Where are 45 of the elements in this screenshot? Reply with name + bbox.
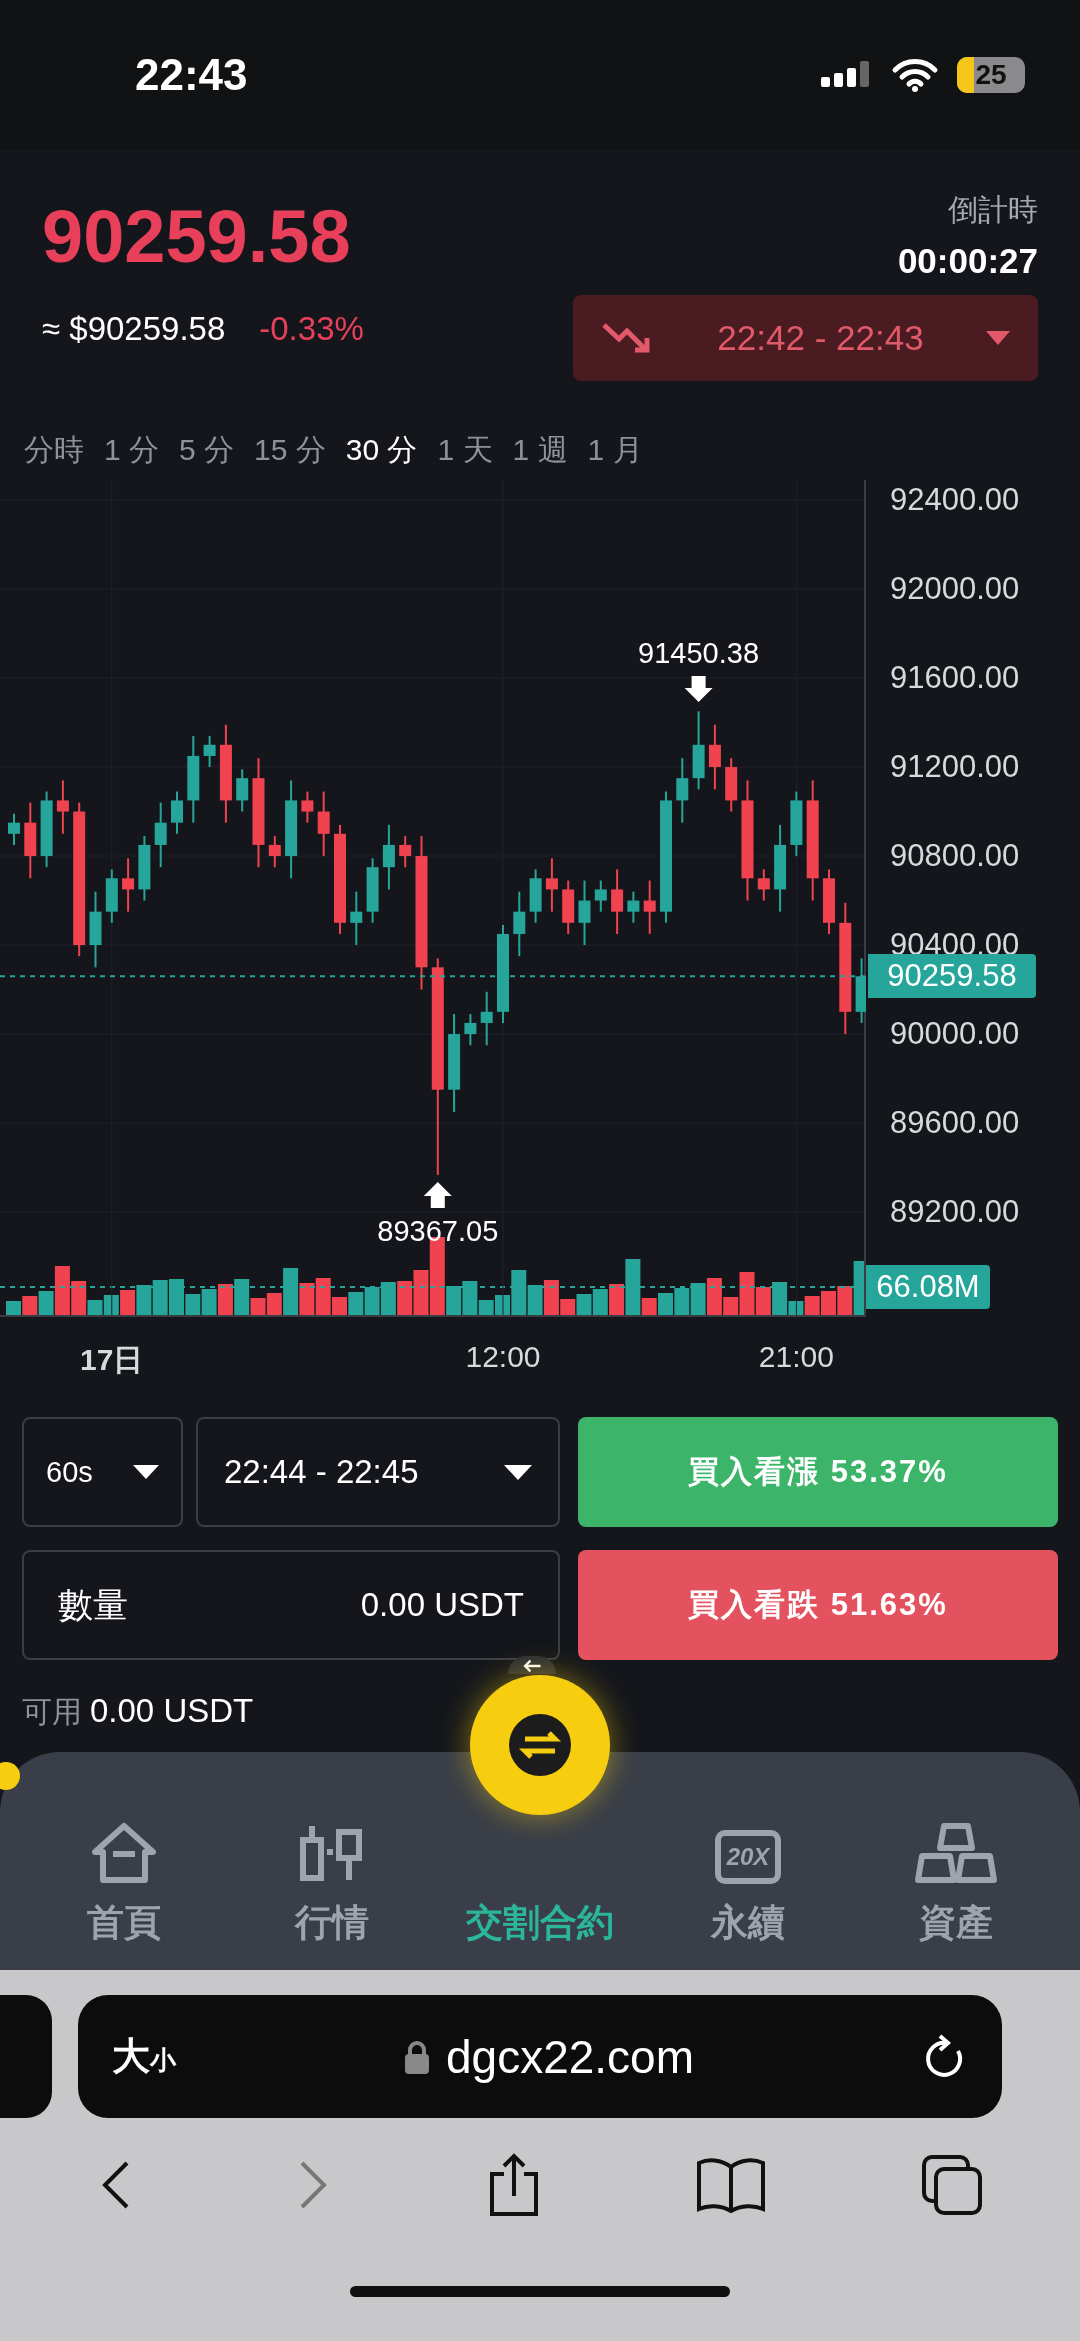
approx-price: ≈ $90259.58 bbox=[42, 310, 226, 348]
countdown-label: 倒計時 bbox=[948, 192, 1038, 228]
timeframe-tab[interactable]: 1 天 bbox=[437, 429, 493, 471]
timeframe-tab[interactable]: 1 分 bbox=[104, 429, 160, 471]
buy-down-button[interactable]: 買入看跌 51.63% bbox=[578, 1550, 1058, 1660]
nav-tab[interactable]: 20X 永續 bbox=[644, 1752, 852, 1970]
timeframe-tab[interactable]: 分時 bbox=[24, 429, 84, 471]
available-balance: 0.00 USDT bbox=[90, 1692, 254, 1730]
address-bar[interactable]: 大小 dgcx22.com bbox=[78, 1995, 1002, 2118]
price-axis-label: 89200.00 bbox=[890, 1194, 1020, 1231]
period-dropdown[interactable]: 22:42 - 22:43 bbox=[573, 295, 1038, 381]
nav-tab[interactable]: 資產 bbox=[852, 1752, 1060, 1970]
price-axis-label: 91600.00 bbox=[890, 660, 1020, 697]
price-axis-label: 91200.00 bbox=[890, 749, 1020, 786]
period-dropdown[interactable]: 22:44 - 22:45 bbox=[196, 1417, 560, 1527]
price-axis-label: 92400.00 bbox=[890, 482, 1020, 518]
price-axis-label: 92000.00 bbox=[890, 571, 1020, 608]
url-text: dgcx22.com bbox=[446, 2029, 694, 2084]
timeframe-tab[interactable]: 5 分 bbox=[179, 429, 235, 471]
battery-icon: 25 bbox=[957, 57, 1025, 93]
status-time: 22:43 bbox=[135, 50, 248, 100]
price-axis-label: 89600.00 bbox=[890, 1105, 1020, 1142]
time-axis-label: 21:00 bbox=[758, 1340, 834, 1374]
last-price-tag: 90259.58 bbox=[868, 954, 1036, 999]
nav-tab[interactable]: 行情 bbox=[228, 1752, 436, 1970]
duration-dropdown[interactable]: 60s bbox=[22, 1417, 183, 1527]
current-price: 90259.58 bbox=[42, 200, 352, 274]
available-label: 可用 bbox=[22, 1694, 82, 1730]
price-axis-label: 90000.00 bbox=[890, 1016, 1020, 1053]
leverage-icon: 20X bbox=[715, 1830, 781, 1884]
text-size-button[interactable]: 大小 bbox=[112, 2031, 176, 2082]
nav-tab[interactable]: 首頁 bbox=[20, 1752, 228, 1970]
countdown-timer: 00:00:27 bbox=[897, 241, 1038, 281]
amount-field[interactable]: 數量 0.00 USDT bbox=[22, 1550, 560, 1660]
price-axis-label: 90800.00 bbox=[890, 838, 1020, 875]
timeframe-tab[interactable]: 15 分 bbox=[254, 429, 326, 471]
low-price-label: 89367.05 bbox=[377, 1215, 499, 1248]
timeframe-tab[interactable]: 30 分 bbox=[345, 429, 418, 471]
time-axis-label: 17日 bbox=[80, 1342, 144, 1378]
time-axis-label: 12:00 bbox=[465, 1340, 541, 1374]
price-change: -0.33% bbox=[259, 310, 364, 348]
timeframe-tab[interactable]: 1 週 bbox=[512, 429, 568, 471]
timeframe-tab[interactable]: 1 月 bbox=[587, 429, 643, 471]
high-price-label: 91450.38 bbox=[638, 637, 760, 670]
nav-tab[interactable]: 交割合約 bbox=[436, 1898, 644, 1970]
